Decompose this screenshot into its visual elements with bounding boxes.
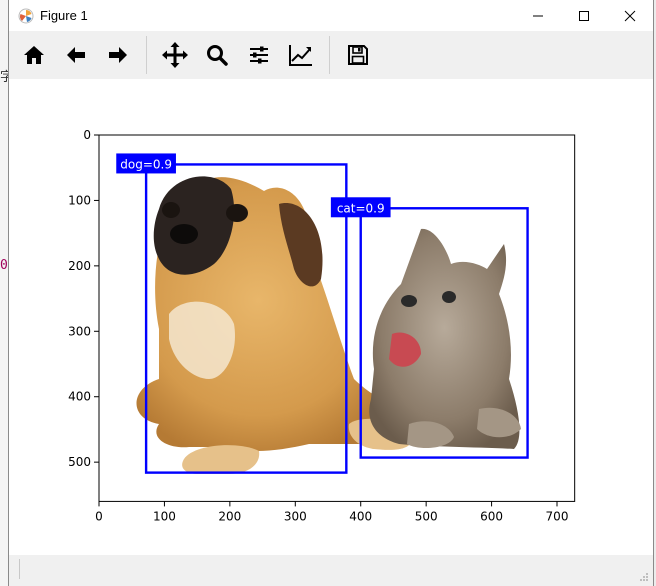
maximize-icon [579, 10, 589, 21]
window-title: Figure 1 [40, 8, 88, 23]
save-button[interactable] [337, 35, 379, 75]
pan-icon [162, 42, 188, 68]
status-bar [9, 555, 653, 586]
status-divider [19, 559, 20, 579]
forward-button[interactable] [97, 35, 139, 75]
x-tick-label: 200 [218, 509, 241, 523]
y-tick-label: 500 [68, 455, 91, 469]
matplotlib-app-icon [18, 8, 34, 23]
configure-subplots-button[interactable] [238, 35, 280, 75]
maximize-button[interactable] [561, 0, 607, 31]
title-bar[interactable]: Figure 1 [9, 0, 653, 31]
navigation-toolbar [9, 31, 653, 79]
window-controls [515, 0, 653, 31]
y-tick-label: 300 [68, 324, 91, 338]
resize-grip-icon[interactable] [639, 572, 649, 582]
zoom-icon [207, 45, 228, 66]
figure-window: Figure 1 0 100 200 300 400 500 600 700 0… [8, 0, 654, 586]
y-tick-label: 0 [83, 128, 91, 142]
close-button[interactable] [607, 0, 653, 31]
x-tick-label: 400 [349, 509, 372, 523]
x-tick-label: 600 [480, 509, 503, 523]
x-tick-label: 700 [546, 509, 569, 523]
edit-axis-icon [289, 45, 312, 66]
y-tick-label: 400 [68, 390, 91, 404]
back-arrow-icon [67, 47, 85, 63]
pan-button[interactable] [154, 35, 196, 75]
dog-image [136, 176, 414, 474]
x-tick-label: 500 [415, 509, 438, 523]
toolbar-separator [329, 36, 330, 74]
toolbar-separator [146, 36, 147, 74]
y-tick-label: 200 [68, 259, 91, 273]
figure-plot: 0 100 200 300 400 500 600 700 0 100 200 300 400 500 d… [68, 128, 576, 523]
figure-canvas[interactable]: 0 100 200 300 400 500 600 700 0 100 200 300 400 500 d… [9, 79, 653, 555]
y-tick-label: 100 [68, 193, 91, 207]
home-icon [24, 46, 44, 64]
x-tick-label: 300 [284, 509, 307, 523]
forward-arrow-icon [109, 47, 127, 63]
save-icon [348, 45, 368, 65]
minimize-button[interactable] [515, 0, 561, 31]
plot-image [136, 176, 521, 474]
cat-image [369, 228, 521, 449]
background-line-number: 0 [0, 258, 8, 273]
background-editor-edge: 字 0 [0, 0, 13, 586]
close-icon [624, 10, 636, 21]
home-button[interactable] [13, 35, 55, 75]
bounding-box-label: cat=0.9 [337, 201, 385, 215]
bounding-box-label: dog=0.9 [120, 157, 172, 171]
zoom-button[interactable] [196, 35, 238, 75]
configure-subplots-icon [250, 46, 268, 64]
back-button[interactable] [55, 35, 97, 75]
edit-axis-button[interactable] [280, 35, 322, 75]
x-tick-label: 100 [153, 509, 176, 523]
x-tick-label: 0 [95, 509, 103, 523]
minimize-icon [533, 15, 543, 16]
